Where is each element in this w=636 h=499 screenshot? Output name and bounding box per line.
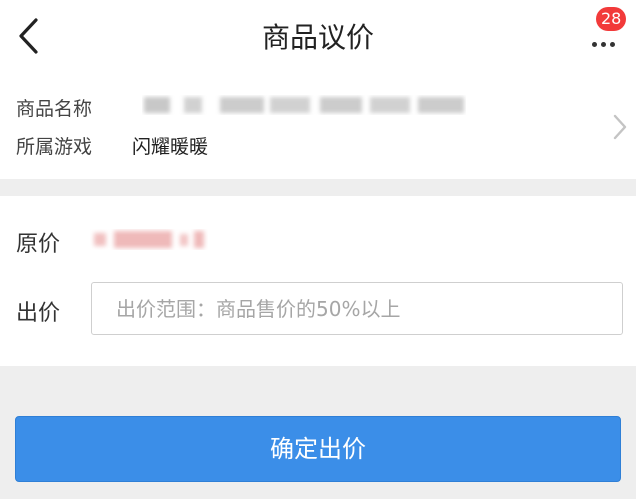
original-price-label: 原价 <box>16 232 61 257</box>
page-title: 商品议价 <box>261 21 374 54</box>
product-name-label: 商品名称 <box>16 98 93 120</box>
original-price-redacted <box>94 231 204 248</box>
game-value: 闪耀暖暖 <box>132 136 209 158</box>
section-divider <box>0 179 636 196</box>
more-dots-icon <box>592 32 622 47</box>
offer-label: 出价 <box>16 301 61 326</box>
product-info-card[interactable]: 商品名称 所属游戏 闪耀暖暖 <box>0 76 636 179</box>
product-name-redacted <box>144 97 464 113</box>
notification-badge: 28 <box>596 7 627 31</box>
offer-price-input[interactable] <box>91 282 623 335</box>
game-label: 所属游戏 <box>16 136 93 158</box>
chevron-right-icon <box>613 114 627 140</box>
confirm-offer-button[interactable]: 确定出价 <box>15 416 621 482</box>
top-bar: 商品议价 28 <box>0 0 636 76</box>
price-section: 原价 出价 <box>0 196 636 366</box>
